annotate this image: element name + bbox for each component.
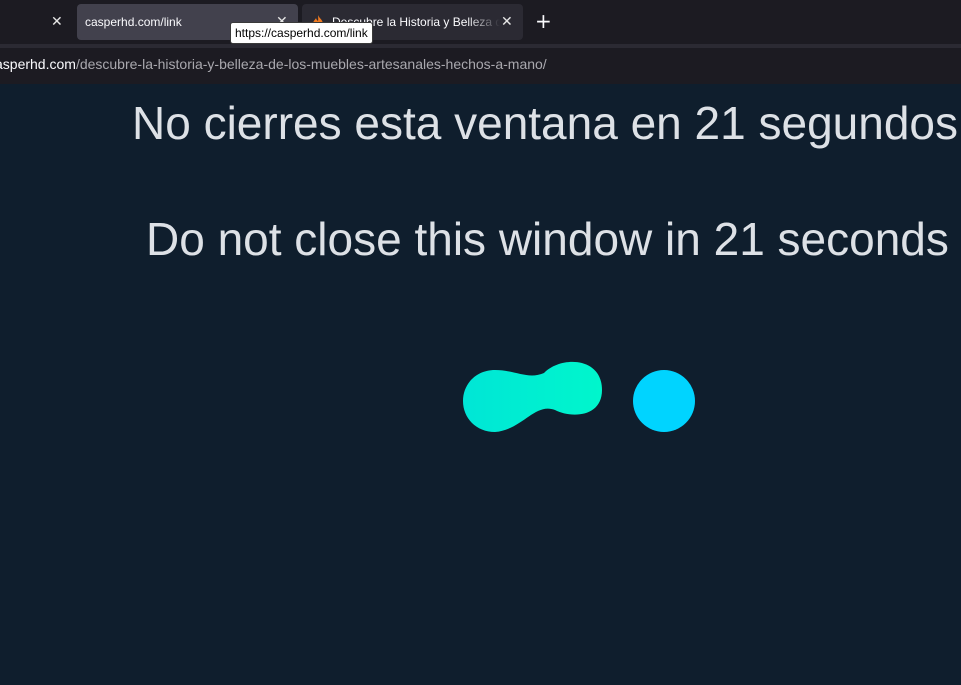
tab-close-icon[interactable]: ✕ bbox=[501, 15, 513, 29]
url-domain: casperhd.com bbox=[0, 56, 76, 72]
page-content: No cierres esta ventana en 21 segundos D… bbox=[0, 84, 961, 685]
address-bar[interactable]: casperhd.com/descubre-la-historia-y-bell… bbox=[0, 48, 961, 80]
tab-tooltip: https://casperhd.com/link bbox=[230, 22, 373, 44]
loading-animation-icon bbox=[463, 361, 695, 432]
tab-title: casperhd.com/link bbox=[85, 15, 182, 29]
countdown-message-es: No cierres esta ventana en 21 segundos bbox=[132, 97, 958, 149]
plus-icon[interactable]: + bbox=[535, 10, 552, 32]
countdown-message-en: Do not close this window in 21 seconds bbox=[146, 213, 949, 265]
url-text[interactable]: casperhd.com/descubre-la-historia-y-bell… bbox=[0, 56, 547, 72]
tab-bar: ✕ casperhd.com/link ✕ Descubre la Histor… bbox=[0, 0, 961, 44]
close-icon[interactable]: ✕ bbox=[51, 15, 63, 29]
url-path: /descubre-la-historia-y-belleza-de-los-m… bbox=[75, 56, 547, 72]
